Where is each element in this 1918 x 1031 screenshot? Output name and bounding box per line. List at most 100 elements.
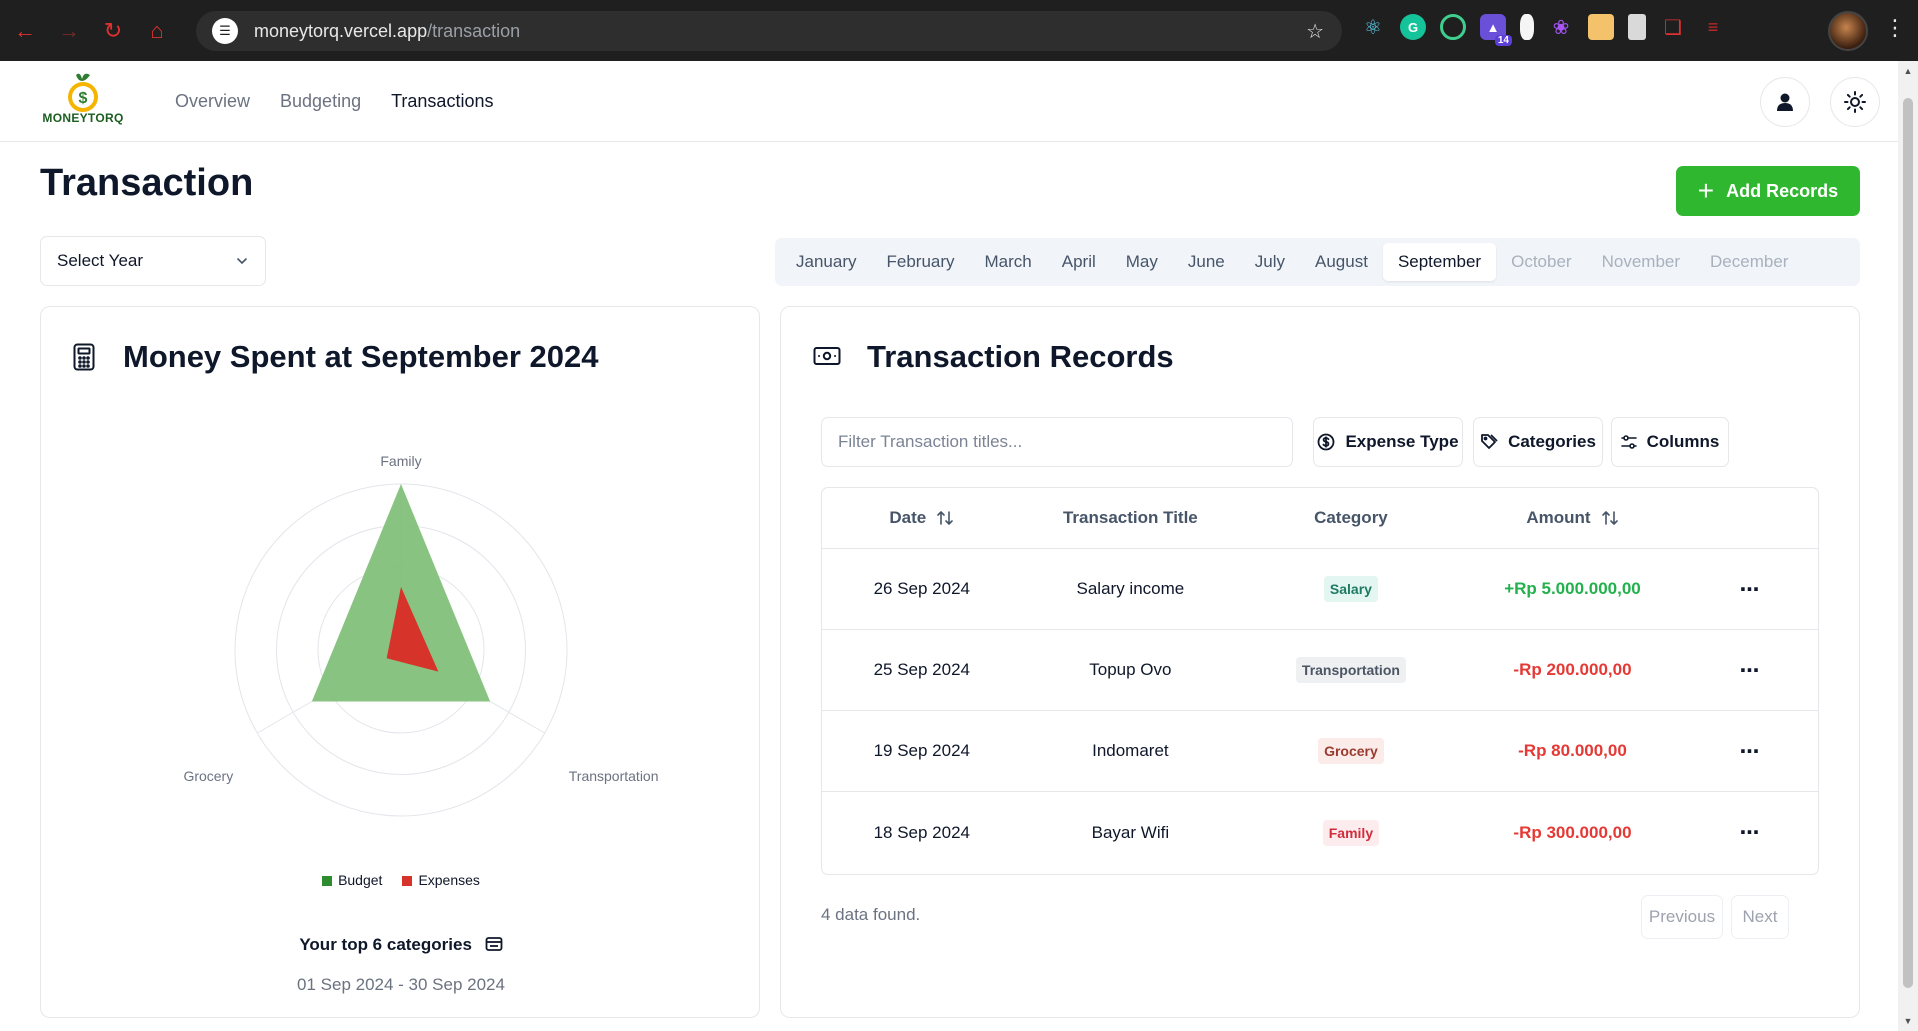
previous-page-button[interactable]: Previous — [1641, 895, 1723, 939]
row-actions-button[interactable]: ⋯ — [1682, 820, 1818, 845]
table-row[interactable]: 18 Sep 2024 Bayar Wifi Family -Rp 300.000,0… — [822, 792, 1818, 873]
document-extension-icon[interactable] — [1628, 14, 1646, 40]
profile-avatar[interactable] — [1828, 11, 1868, 51]
table-row[interactable]: 19 Sep 2024 Indomaret Grocery -Rp 80.000,00… — [822, 711, 1818, 792]
site-info-icon[interactable]: ☰ — [212, 18, 238, 44]
home-icon[interactable]: ⌂ — [138, 12, 176, 50]
app-header: $ MONEYTORQ Overview Budgeting Transacti… — [0, 61, 1898, 142]
tab-august[interactable]: August — [1300, 243, 1383, 281]
legend-expenses[interactable]: Expenses — [402, 872, 480, 888]
scroll-up-icon[interactable]: ▲ — [1903, 66, 1913, 76]
more-horizontal-icon: ⋯ — [1739, 578, 1761, 601]
reload-icon[interactable]: ↻ — [94, 12, 132, 50]
category-column-header: Category — [1314, 508, 1388, 527]
row-actions-button[interactable]: ⋯ — [1682, 739, 1818, 764]
row-amount: +Rp 5.000.000,00 — [1504, 579, 1641, 598]
tab-march[interactable]: March — [970, 243, 1047, 281]
tab-october: October — [1511, 252, 1572, 271]
user-button[interactable] — [1760, 77, 1810, 127]
tags-icon — [1481, 434, 1498, 449]
page-title: Transaction — [40, 162, 254, 204]
chart-legend: Budget Expenses — [41, 872, 761, 888]
next-page-button[interactable]: Next — [1731, 895, 1789, 939]
tab-april[interactable]: April — [1047, 243, 1111, 281]
row-date: 26 Sep 2024 — [873, 579, 970, 598]
tab-may[interactable]: May — [1111, 243, 1173, 281]
row-category: Grocery — [1239, 738, 1463, 764]
tab-september[interactable]: September — [1382, 243, 1497, 281]
row-actions-button[interactable]: ⋯ — [1682, 577, 1818, 602]
nav-budgeting[interactable]: Budgeting — [280, 91, 361, 112]
tab-july[interactable]: July — [1240, 243, 1300, 281]
legend-budget[interactable]: Budget — [322, 872, 382, 888]
table-header: Date Transaction Title Category Amount — [822, 488, 1818, 549]
more-horizontal-icon: ⋯ — [1739, 659, 1761, 682]
sort-arrows-icon — [1601, 511, 1618, 525]
react-devtools-icon[interactable]: ⚛ — [1360, 14, 1386, 40]
puzzle-purple-icon[interactable]: ❀ — [1548, 14, 1574, 40]
category-badge: Family — [1322, 819, 1380, 846]
nav-overview[interactable]: Overview — [175, 91, 250, 112]
brand-name: MONEYTORQ — [42, 111, 124, 125]
tab-january[interactable]: January — [781, 243, 871, 281]
expense-type-button[interactable]: Expense Type — [1313, 417, 1463, 467]
lamp-extension-icon[interactable] — [1520, 14, 1534, 40]
sun-icon — [1844, 91, 1866, 113]
paint-extension-icon[interactable] — [1588, 14, 1614, 40]
forward-icon[interactable]: → — [50, 12, 88, 50]
back-icon[interactable]: ← — [6, 12, 44, 50]
title-column-header: Transaction Title — [1062, 508, 1198, 527]
tab-november: November — [1601, 252, 1681, 271]
more-horizontal-icon: ⋯ — [1739, 740, 1761, 763]
add-records-button[interactable]: + Add Records — [1676, 166, 1860, 216]
amount-column-header[interactable]: Amount — [1463, 508, 1683, 528]
radar-axis-label: Grocery — [183, 768, 233, 784]
media-extension-icon[interactable]: ≡ — [1700, 14, 1726, 40]
radar-chart: Family Transportation Grocery — [183, 453, 659, 817]
sort-arrows-icon — [937, 511, 954, 525]
top-categories-label: Your top 6 categories — [41, 935, 761, 955]
dollar-circle-icon — [1318, 433, 1335, 451]
row-amount: -Rp 300.000,00 — [1513, 822, 1632, 842]
row-title: Topup Ovo — [1089, 660, 1172, 679]
tab-february[interactable]: February — [871, 243, 969, 281]
date-column-header[interactable]: Date — [822, 508, 1022, 528]
row-actions-button[interactable]: ⋯ — [1682, 658, 1818, 683]
nav-transactions[interactable]: Transactions — [391, 91, 493, 112]
transactions-table: Date Transaction Title Category Amount 2… — [821, 487, 1819, 875]
categories-button[interactable]: Categories — [1473, 417, 1603, 467]
browser-menu-icon[interactable]: ⋮ — [1884, 17, 1906, 39]
table-body: 26 Sep 2024 Salary income Salary +Rp 5.000.… — [822, 549, 1818, 873]
theme-toggle-button[interactable] — [1830, 77, 1880, 127]
category-badge: Transportation — [1295, 657, 1406, 683]
scrollbar-thumb[interactable] — [1903, 98, 1913, 988]
wallet-icon — [485, 937, 503, 951]
records-title: Transaction Records — [867, 339, 1174, 374]
filter-titles-input[interactable] — [821, 417, 1293, 467]
more-horizontal-icon: ⋯ — [1739, 822, 1761, 844]
data-count: 4 data found. — [821, 905, 921, 924]
user-icon — [1777, 93, 1793, 111]
graduation-cap-icon[interactable]: ▲ 14 — [1480, 14, 1512, 46]
puzzle-red-icon[interactable]: ❑ — [1660, 14, 1686, 40]
bookmark-star-icon[interactable]: ☆ — [1306, 19, 1324, 44]
legend-budget-swatch — [322, 876, 333, 887]
scroll-down-icon[interactable]: ▼ — [1903, 1016, 1913, 1026]
svg-text:$: $ — [79, 90, 88, 107]
grammarly-icon[interactable]: G — [1400, 14, 1426, 40]
row-date: 18 Sep 2024 — [873, 822, 970, 842]
target-extension-icon[interactable] — [1440, 14, 1466, 40]
table-row[interactable]: 25 Sep 2024 Topup Ovo Transportation -Rp 20… — [822, 630, 1818, 711]
tab-june[interactable]: June — [1173, 243, 1240, 281]
add-records-label: Add Records — [1726, 180, 1839, 201]
row-title: Bayar Wifi — [1091, 822, 1170, 842]
row-date: 19 Sep 2024 — [873, 741, 970, 760]
row-category: Transportation — [1239, 657, 1463, 683]
columns-button[interactable]: Columns — [1611, 417, 1729, 467]
extensions-bar: ⚛ G ▲ 14 ❀ ❑ ≡ — [1360, 14, 1726, 46]
row-title: Indomaret — [1092, 741, 1169, 760]
year-select[interactable]: Select Year — [40, 236, 266, 286]
address-bar[interactable]: ☰ moneytorq.vercel.app/transaction ☆ — [196, 11, 1342, 51]
row-amount: -Rp 80.000,00 — [1518, 741, 1627, 760]
table-row[interactable]: 26 Sep 2024 Salary income Salary +Rp 5.000.… — [822, 549, 1818, 630]
